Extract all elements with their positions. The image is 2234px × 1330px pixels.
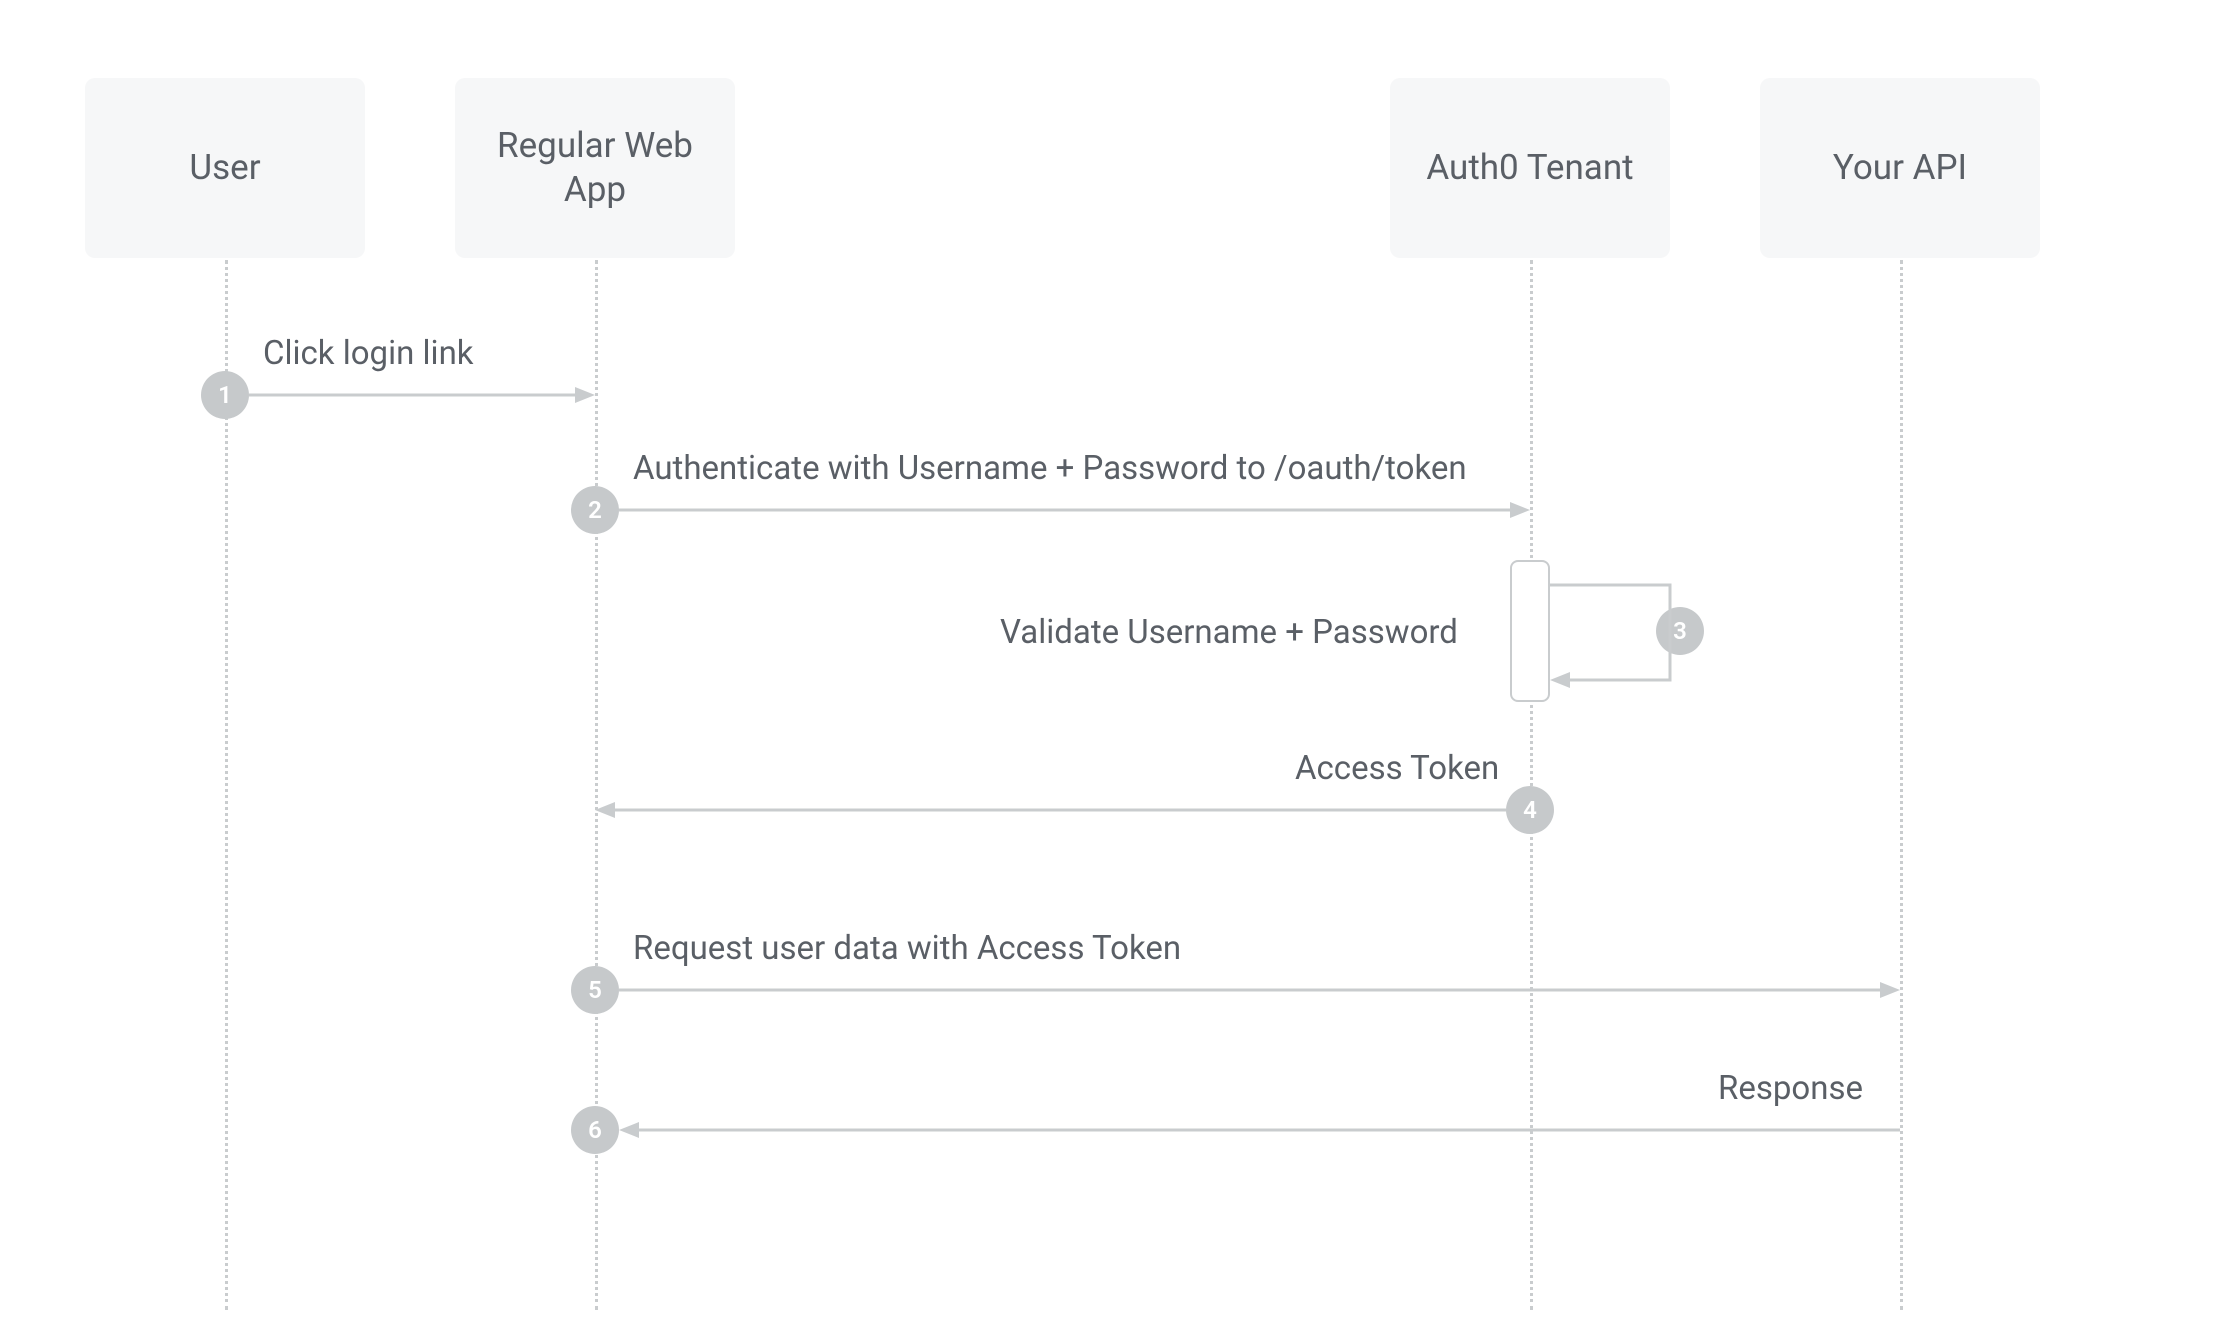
actor-api: Your API (1760, 78, 2040, 258)
arrow-1 (249, 390, 595, 400)
step-number: 5 (588, 976, 602, 1004)
step-badge-6: 6 (571, 1106, 619, 1154)
actor-auth0: Auth0 Tenant (1390, 78, 1670, 258)
step-number: 6 (588, 1116, 602, 1144)
actor-user: User (85, 78, 365, 258)
step-label-2: Authenticate with Username + Password to… (633, 449, 1467, 488)
lifeline-api (1900, 260, 1903, 1310)
selfcall-3 (1550, 580, 1690, 690)
step-label-5: Request user data with Access Token (633, 929, 1181, 968)
step-badge-2: 2 (571, 486, 619, 534)
actor-webapp: Regular Web App (455, 78, 735, 258)
activation-auth0 (1510, 560, 1550, 702)
step-badge-5: 5 (571, 966, 619, 1014)
arrow-2 (619, 505, 1530, 515)
lifeline-auth0 (1530, 260, 1533, 1310)
arrow-4 (595, 805, 1506, 815)
step-label-1: Click login link (263, 334, 474, 373)
arrow-6 (619, 1125, 1900, 1135)
step-label-4: Access Token (1295, 749, 1499, 788)
step-badge-4: 4 (1506, 786, 1554, 834)
actor-label: Auth0 Tenant (1426, 146, 1633, 190)
actor-label: Regular Web App (473, 124, 717, 212)
arrow-5 (619, 985, 1900, 995)
step-badge-1: 1 (201, 371, 249, 419)
step-number: 1 (218, 381, 232, 409)
step-number: 4 (1523, 796, 1537, 824)
actor-label: User (189, 146, 260, 190)
sequence-diagram: User Regular Web App Auth0 Tenant Your A… (0, 0, 2234, 1330)
actor-label: Your API (1833, 146, 1967, 190)
step-number: 2 (588, 496, 602, 524)
step-label-3: Validate Username + Password (1000, 613, 1458, 652)
step-label-6: Response (1718, 1069, 1863, 1108)
